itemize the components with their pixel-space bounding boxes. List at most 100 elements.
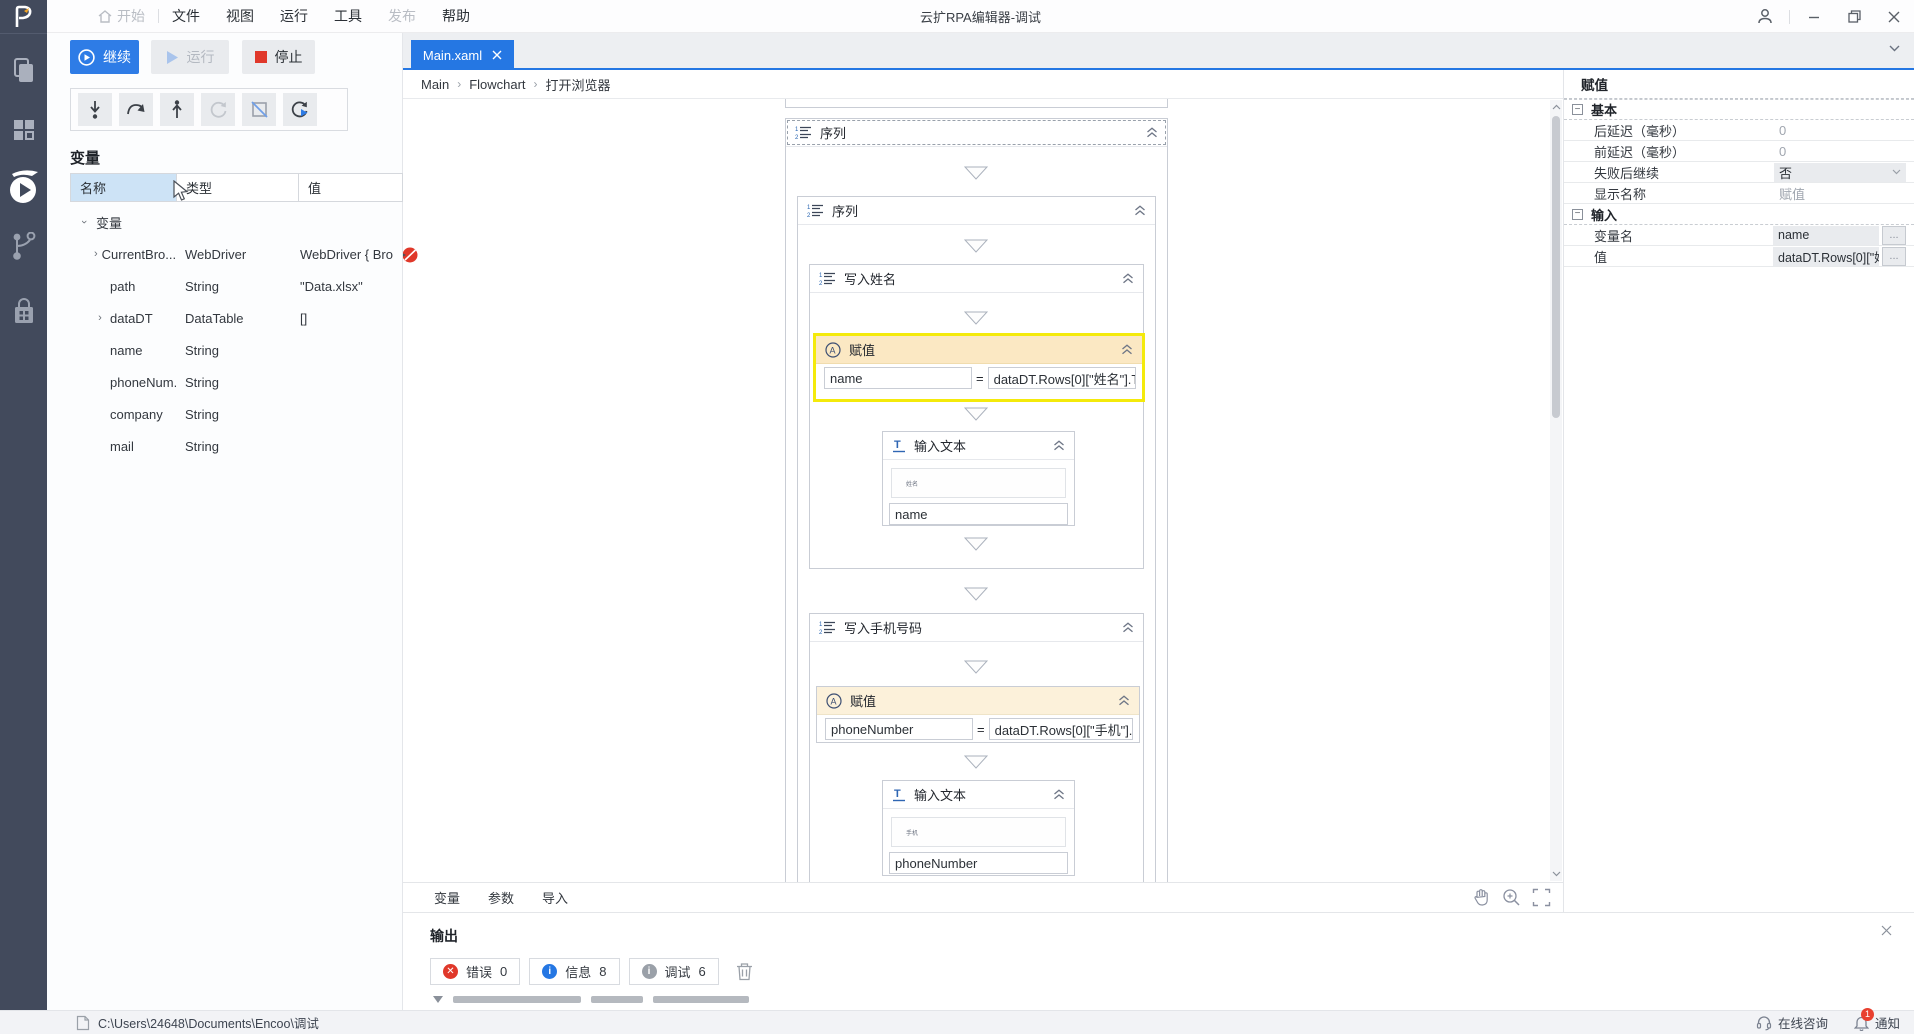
collapse-chevron-icon[interactable]	[1053, 440, 1065, 451]
input-text-phone-node[interactable]: T 输入文本 手机 phoneNumber	[882, 780, 1075, 876]
assign-header[interactable]: A 赋值	[817, 687, 1139, 715]
variable-name-browse-button[interactable]: ...	[1882, 226, 1906, 245]
scroll-down-icon[interactable]	[1550, 867, 1562, 881]
restore-button[interactable]	[1834, 0, 1874, 33]
collapse-section-icon[interactable]: −	[1572, 209, 1583, 220]
table-row[interactable]: ›CurrentBro... WebDriver WebDriver { Bro	[70, 238, 403, 270]
collapse-section-icon[interactable]: −	[1572, 104, 1583, 115]
scroll-up-icon[interactable]	[1550, 100, 1562, 114]
online-support[interactable]: 在线咨询	[1756, 1013, 1828, 1032]
pan-hand-icon[interactable]	[1472, 888, 1491, 907]
input-value-field[interactable]: phoneNumber	[889, 852, 1068, 874]
delay-before-value[interactable]: 0	[1774, 144, 1786, 159]
clear-output-trash-icon[interactable]	[736, 962, 753, 981]
collapse-chevron-icon[interactable]	[1134, 205, 1146, 216]
assign-name-node-highlighted[interactable]: A 赋值 name = dataDT.Rows[0]["姓名"].Tc	[813, 333, 1145, 402]
continue-on-error-select[interactable]: 否	[1774, 163, 1906, 182]
footer-tab-arguments[interactable]: 参数	[488, 888, 514, 907]
input-value-field[interactable]: name	[889, 503, 1068, 525]
input-text-header[interactable]: T 输入文本	[883, 781, 1074, 809]
value-browse-button[interactable]: ...	[1882, 247, 1906, 266]
collapse-chevron-icon[interactable]	[1122, 273, 1134, 284]
tab-list-chevron-icon[interactable]	[1889, 45, 1900, 52]
continue-button[interactable]: 继续	[70, 40, 139, 74]
menu-run[interactable]: 运行	[267, 0, 321, 33]
assign-variable-field[interactable]: name	[824, 367, 972, 389]
menu-tools[interactable]: 工具	[321, 0, 375, 33]
canvas-scrollbar[interactable]	[1550, 100, 1562, 881]
table-row[interactable]: phoneNum... String	[70, 366, 403, 398]
step-over-button[interactable]	[119, 93, 153, 126]
variable-name-field[interactable]: name	[1773, 226, 1879, 245]
menu-help[interactable]: 帮助	[429, 0, 483, 33]
table-row[interactable]: company String	[70, 398, 403, 430]
input-text-name-node[interactable]: T 输入文本 姓名 name	[882, 431, 1075, 526]
tab-close-icon[interactable]	[492, 50, 502, 60]
footer-tab-variables[interactable]: 变量	[434, 888, 460, 907]
selector-preview[interactable]: 姓名	[891, 468, 1066, 498]
scrollbar-thumb[interactable]	[1552, 116, 1560, 418]
input-text-header[interactable]: T 输入文本	[883, 432, 1074, 460]
selector-preview[interactable]: 手机	[891, 817, 1066, 847]
breadcrumb-open-browser[interactable]: 打开浏览器	[546, 75, 611, 94]
collapse-chevron-icon[interactable]	[1146, 127, 1158, 138]
write-name-header[interactable]: 12 写入姓名	[810, 265, 1143, 293]
menu-view[interactable]: 视图	[213, 0, 267, 33]
variables-root-row[interactable]: ›变量	[70, 206, 403, 238]
breadcrumb-flowchart[interactable]: Flowchart	[469, 77, 525, 92]
zoom-icon[interactable]	[1502, 888, 1521, 907]
filter-errors[interactable]: ✕ 错误0	[430, 958, 520, 985]
step-into-button[interactable]	[78, 93, 112, 126]
run-to-cursor-button[interactable]	[283, 93, 317, 126]
assign-phone-node[interactable]: A 赋值 phoneNumber = dataDT.Rows[0]["手机"].…	[816, 686, 1140, 743]
column-type[interactable]: 类型	[177, 174, 299, 201]
close-button[interactable]	[1874, 0, 1914, 33]
log-row-clipped[interactable]	[433, 996, 749, 1003]
stop-button[interactable]: 停止	[242, 40, 315, 74]
collapse-chevron-icon[interactable]	[1118, 695, 1130, 706]
assign-expression-field[interactable]: dataDT.Rows[0]["姓名"].Tc	[988, 367, 1136, 389]
section-input[interactable]: − 输入	[1564, 204, 1914, 225]
breadcrumb-main[interactable]: Main	[421, 77, 449, 92]
delay-after-value[interactable]: 0	[1774, 123, 1786, 138]
collapse-chevron-icon[interactable]	[1053, 789, 1065, 800]
menu-publish[interactable]: 发布	[375, 0, 429, 33]
sidebar-item-source-control[interactable]	[0, 232, 47, 262]
menu-file[interactable]: 文件	[159, 0, 213, 33]
expanded-chevron-icon[interactable]: ›	[78, 216, 90, 228]
collapse-chevron-icon[interactable]	[1121, 344, 1133, 355]
table-row[interactable]: path String "Data.xlsx"	[70, 270, 403, 302]
write-phone-header[interactable]: 12 写入手机号码	[810, 614, 1143, 642]
assign-header[interactable]: A 赋值	[816, 336, 1142, 364]
breakpoint-marker-icon[interactable]	[403, 245, 420, 265]
assign-variable-field[interactable]: phoneNumber	[825, 718, 973, 740]
sidebar-item-projects[interactable]	[0, 58, 47, 84]
table-row[interactable]: name String	[70, 334, 403, 366]
table-row[interactable]: mail String	[70, 430, 403, 462]
column-value[interactable]: 值	[299, 174, 402, 201]
footer-tab-imports[interactable]: 导入	[542, 888, 568, 907]
collapsed-chevron-icon[interactable]: ›	[94, 312, 106, 324]
table-row[interactable]: ›dataDT DataTable []	[70, 302, 403, 334]
sidebar-item-activities[interactable]	[0, 118, 47, 142]
sequence-outer-header[interactable]: 12 序列	[786, 119, 1167, 147]
output-close-icon[interactable]	[1881, 925, 1892, 936]
step-out-button[interactable]	[160, 93, 194, 126]
assign-expression-field[interactable]: dataDT.Rows[0]["手机"].Tc	[989, 718, 1133, 740]
minimize-button[interactable]	[1794, 0, 1834, 33]
account-button[interactable]	[1745, 0, 1785, 33]
value-expression-field[interactable]: dataDT.Rows[0]["姓	[1773, 247, 1879, 266]
section-basic[interactable]: − 基本	[1564, 99, 1914, 120]
menu-start[interactable]: 开始	[85, 0, 158, 33]
fit-to-screen-icon[interactable]	[1532, 888, 1551, 907]
collapsed-chevron-icon[interactable]: ›	[94, 248, 98, 260]
filter-debug[interactable]: i 调试6	[629, 958, 719, 985]
designer-canvas[interactable]: 12 序列 12 序列 12 写入姓名 A 赋值 name =	[403, 99, 1563, 882]
tab-main-xaml[interactable]: Main.xaml	[411, 40, 514, 70]
column-name[interactable]: 名称	[71, 174, 177, 201]
filter-info[interactable]: i 信息8	[529, 958, 619, 985]
collapse-chevron-icon[interactable]	[1122, 622, 1134, 633]
display-name-value[interactable]: 赋值	[1774, 184, 1805, 203]
sidebar-item-debug-active[interactable]	[0, 166, 47, 206]
notifications[interactable]: 1 通知	[1854, 1013, 1900, 1032]
